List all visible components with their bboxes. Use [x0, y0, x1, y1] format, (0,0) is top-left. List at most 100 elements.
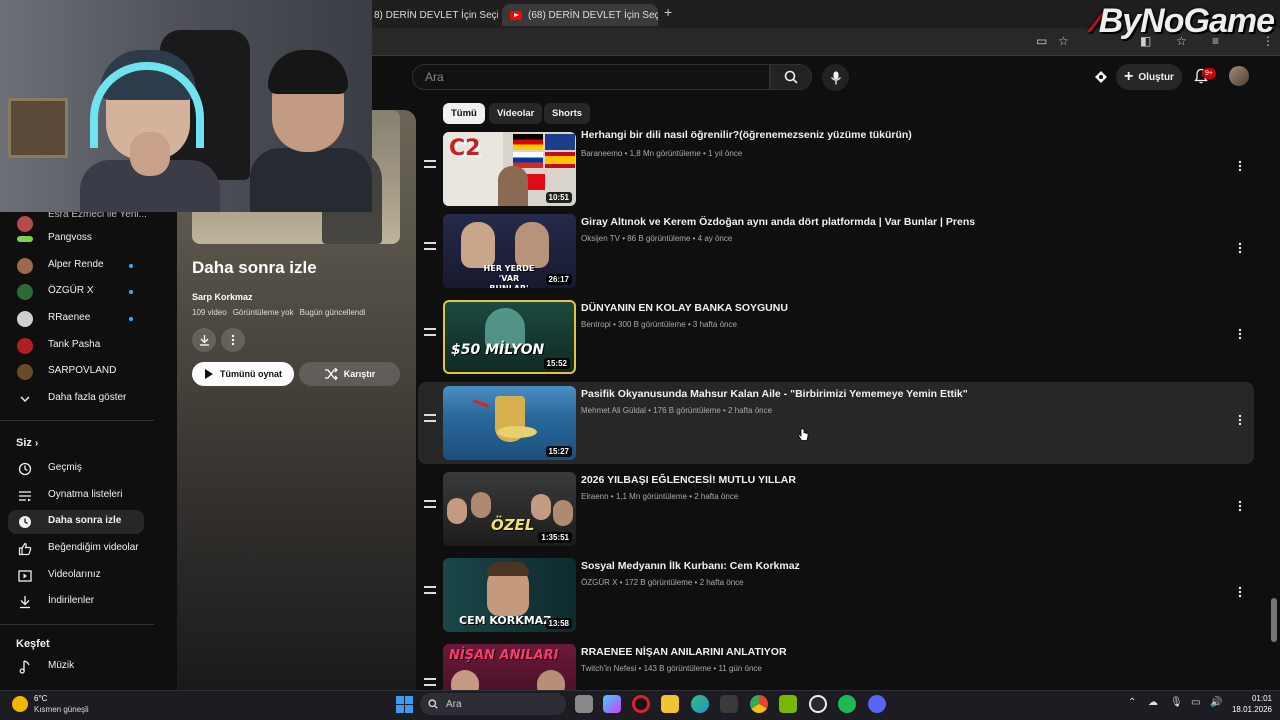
subscription-item[interactable]: Alper Rende: [8, 254, 144, 278]
video-thumbnail[interactable]: C2 10:51: [443, 132, 576, 206]
video-title[interactable]: 2026 YILBAŞI EĞLENCESİ! MUTLU YILLAR: [581, 474, 796, 486]
drag-handle-icon[interactable]: [424, 160, 436, 168]
sidebar-item-music[interactable]: Müzik: [8, 655, 144, 679]
spotify-icon[interactable]: [838, 695, 856, 713]
video-options-button[interactable]: [1234, 326, 1246, 342]
sidebar-divider: [0, 420, 154, 421]
tray-microphone-icon[interactable]: 🎙: [1170, 697, 1183, 708]
you-section-header[interactable]: Siz ›: [16, 437, 38, 449]
video-title[interactable]: Giray Altınok ve Kerem Özdoğan aynı anda…: [581, 216, 975, 228]
subscription-item[interactable]: Tank Pasha: [8, 334, 144, 358]
filter-chip-videos[interactable]: Videolar: [489, 103, 543, 124]
playlist-more-button[interactable]: [221, 328, 245, 352]
shuffle-button[interactable]: Karıştır: [299, 362, 400, 386]
video-thumbnail[interactable]: HER YERDE 'VAR BUNLAR' 26:17: [443, 214, 576, 288]
filter-chip-all[interactable]: Tümü: [443, 103, 485, 124]
video-options-button[interactable]: [1234, 240, 1246, 256]
account-avatar[interactable]: [1229, 66, 1249, 86]
store-icon[interactable]: [720, 695, 738, 713]
taskbar-clock[interactable]: 01:01 18.01.2026: [1228, 693, 1272, 715]
page-scrollbar[interactable]: [1271, 598, 1277, 642]
video-options-button[interactable]: [1234, 584, 1246, 600]
drag-handle-icon[interactable]: [424, 328, 436, 336]
search-input[interactable]: Ara: [412, 64, 770, 90]
playlist-video-row[interactable]: HER YERDE 'VAR BUNLAR' 26:17 Giray Altın…: [418, 210, 1254, 292]
drag-handle-icon[interactable]: [424, 678, 436, 686]
playlist-video-row[interactable]: $50 MİLYON 15:52 DÜNYANIN EN KOLAY BANKA…: [418, 296, 1254, 378]
new-tab-button[interactable]: +: [664, 4, 672, 20]
voice-search-button[interactable]: [822, 64, 849, 91]
show-more-button[interactable]: Daha fazla göster: [8, 387, 144, 411]
video-title[interactable]: Sosyal Medyanın İlk Kurbanı: Cem Korkmaz: [581, 560, 800, 572]
sidebar-item-liked-videos[interactable]: Beğendiğim videolar: [8, 537, 144, 561]
filter-chip-shorts[interactable]: Shorts: [544, 103, 591, 124]
video-thumbnail[interactable]: NİŞAN ANILARI: [443, 644, 576, 690]
download-button[interactable]: [192, 328, 216, 352]
drag-handle-icon[interactable]: [424, 586, 436, 594]
subscription-item[interactable]: Pangvoss: [8, 227, 144, 251]
channel-avatar: [17, 284, 33, 300]
network-icon[interactable]: ▭: [1191, 697, 1200, 708]
playlist-video-row[interactable]: NİŞAN ANILARI RRAENEE NİŞAN ANILARINI AN…: [418, 640, 1254, 690]
cast-icon[interactable]: ▭: [1036, 34, 1047, 48]
sidebar-label: Beğendiğim videolar: [48, 542, 139, 553]
playlist-video-row[interactable]: ÖZEL 1:35:51 2026 YILBAŞI EĞLENCESİ! MUT…: [418, 468, 1254, 550]
discord-icon[interactable]: [868, 695, 886, 713]
sidebar-item-watch-later[interactable]: Daha sonra izle: [8, 510, 144, 534]
windows-start-icon[interactable]: [396, 696, 413, 713]
video-thumbnail[interactable]: CEM KORKMAZ 13:58: [443, 558, 576, 632]
obs-icon[interactable]: [809, 695, 827, 713]
subscription-label: SARPOVLAND: [48, 365, 117, 376]
sidebar-item-your-videos[interactable]: Videolarınız: [8, 564, 144, 588]
browser-tab[interactable]: 8) DERİN DEVLET İçin Seçilse ✕: [366, 4, 498, 26]
taskbar-search[interactable]: Ara: [420, 693, 566, 715]
chrome-icon[interactable]: [750, 695, 768, 713]
nvidia-icon[interactable]: [779, 695, 797, 713]
tray-chevron-up-icon[interactable]: ⌃: [1128, 697, 1136, 708]
subscription-item[interactable]: RRaenee: [8, 307, 144, 331]
subscription-item[interactable]: ÖZGÜR X: [8, 280, 144, 304]
subscription-label: RRaenee: [48, 312, 91, 323]
file-explorer-icon[interactable]: [661, 695, 679, 713]
video-options-button[interactable]: [1234, 498, 1246, 514]
channel-avatar: [17, 338, 33, 354]
browser-tab-active[interactable]: (68) DERİN DEVLET İçin Seçilse ✕: [502, 4, 658, 26]
video-thumbnail[interactable]: 15:27: [443, 386, 576, 460]
video-title[interactable]: RRAENEE NİŞAN ANILARINI ANLATIYOR: [581, 646, 787, 658]
drag-handle-icon[interactable]: [424, 500, 436, 508]
playlist-owner[interactable]: Sarp Korkmaz: [192, 292, 253, 302]
edge-icon[interactable]: [691, 695, 709, 713]
video-title[interactable]: DÜNYANIN EN KOLAY BANKA SOYGUNU: [581, 302, 788, 314]
video-thumbnail[interactable]: $50 MİLYON 15:52: [443, 300, 576, 374]
hand-cursor-icon: [797, 428, 809, 447]
sidebar-item-downloads[interactable]: İndirilenler: [8, 590, 144, 614]
drag-handle-icon[interactable]: [424, 414, 436, 422]
onedrive-icon[interactable]: ☁: [1148, 697, 1158, 708]
copilot-icon[interactable]: [603, 695, 621, 713]
sidebar-item-playlists[interactable]: Oynatma listeleri: [8, 484, 144, 508]
volume-icon[interactable]: 🔊: [1210, 697, 1222, 708]
weather-widget[interactable]: 6°C Kısmen güneşli: [12, 692, 132, 718]
search-button[interactable]: [770, 64, 812, 90]
youtube-premium-icon[interactable]: [1092, 68, 1110, 86]
video-title[interactable]: Herhangi bir dili nasıl öğrenilir?(öğren…: [581, 129, 912, 141]
create-button[interactable]: + Oluştur: [1116, 64, 1182, 90]
playlist-video-row[interactable]: CEM KORKMAZ 13:58 Sosyal Medyanın İlk Ku…: [418, 554, 1254, 636]
video-title[interactable]: Pasifik Okyanusunda Mahsur Kalan Aile - …: [581, 388, 968, 400]
more-vertical-icon: [1238, 242, 1242, 254]
more-vertical-icon: [1238, 500, 1242, 512]
subscription-label: Alper Rende: [48, 259, 104, 270]
video-thumbnail[interactable]: ÖZEL 1:35:51: [443, 472, 576, 546]
play-all-button[interactable]: Tümünü oynat: [192, 362, 294, 386]
video-options-button[interactable]: [1234, 158, 1246, 174]
playlist-video-row[interactable]: 15:27 Pasifik Okyanusunda Mahsur Kalan A…: [418, 382, 1254, 464]
new-content-dot: [129, 317, 133, 321]
opera-icon[interactable]: [632, 695, 650, 713]
playlist-video-row[interactable]: C2 10:51 Herhangi bir dili nasıl öğrenil…: [418, 124, 1254, 210]
subscription-item[interactable]: SARPOVLAND: [8, 360, 144, 384]
sidebar-item-history[interactable]: Geçmiş: [8, 457, 144, 481]
video-options-button[interactable]: [1234, 412, 1246, 428]
drag-handle-icon[interactable]: [424, 242, 436, 250]
task-view-icon[interactable]: [575, 695, 593, 713]
bookmark-star-icon[interactable]: ☆: [1058, 34, 1069, 48]
